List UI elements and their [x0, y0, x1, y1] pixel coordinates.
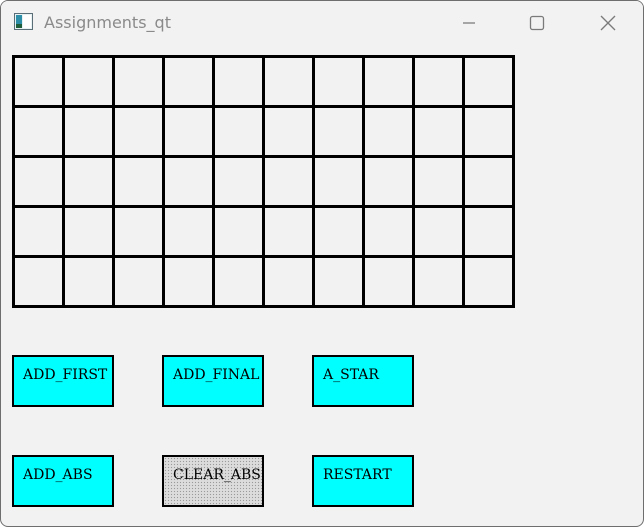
grid-cell[interactable] — [162, 155, 212, 205]
maximize-icon — [529, 15, 545, 31]
grid-cell[interactable] — [362, 205, 412, 255]
grid-cell[interactable] — [262, 205, 312, 255]
grid-cell[interactable] — [12, 105, 62, 155]
maximize-button[interactable] — [514, 1, 560, 45]
grid-cell[interactable] — [112, 205, 162, 255]
grid-cell[interactable] — [412, 205, 462, 255]
grid-cell[interactable] — [162, 55, 212, 105]
grid-cell[interactable] — [462, 205, 512, 255]
a-star-button[interactable]: A_STAR — [312, 355, 414, 407]
grid-cell[interactable] — [362, 55, 412, 105]
grid-cell[interactable] — [312, 105, 362, 155]
grid-cell[interactable] — [212, 205, 262, 255]
grid-cell[interactable] — [462, 55, 512, 105]
grid-cell[interactable] — [12, 205, 62, 255]
grid-cell[interactable] — [212, 155, 262, 205]
grid-cell[interactable] — [412, 105, 462, 155]
grid-cell[interactable] — [462, 255, 512, 305]
grid-cell[interactable] — [362, 105, 412, 155]
grid-cell[interactable] — [312, 155, 362, 205]
add-final-button[interactable]: ADD_FINAL — [162, 355, 264, 407]
grid-cell[interactable] — [212, 255, 262, 305]
grid-cell[interactable] — [12, 55, 62, 105]
clear-abs-button[interactable]: CLEAR_ABS — [162, 455, 264, 507]
grid-cell[interactable] — [112, 55, 162, 105]
grid-cell[interactable] — [412, 155, 462, 205]
grid-cell[interactable] — [262, 155, 312, 205]
grid-cell[interactable] — [112, 255, 162, 305]
grid-cell[interactable] — [12, 155, 62, 205]
minimize-button[interactable] — [446, 1, 492, 45]
window-title: Assignments_qt — [44, 13, 171, 32]
grid-cell[interactable] — [362, 255, 412, 305]
grid-cell[interactable] — [62, 205, 112, 255]
grid-cell[interactable] — [62, 255, 112, 305]
grid-cell[interactable] — [262, 55, 312, 105]
app-window-icon — [14, 13, 33, 30]
grid-cell[interactable] — [312, 205, 362, 255]
add-abs-button[interactable]: ADD_ABS — [12, 455, 114, 507]
grid-cell[interactable] — [212, 55, 262, 105]
grid-cell[interactable] — [262, 255, 312, 305]
grid-cell[interactable] — [362, 155, 412, 205]
grid-cell[interactable] — [312, 55, 362, 105]
grid-cell[interactable] — [12, 255, 62, 305]
grid-cell[interactable] — [62, 55, 112, 105]
grid-cell[interactable] — [262, 105, 312, 155]
grid-cell[interactable] — [412, 255, 462, 305]
grid-cell[interactable] — [412, 55, 462, 105]
minimize-icon — [462, 16, 476, 30]
grid-cell[interactable] — [162, 105, 212, 155]
grid-cell[interactable] — [162, 255, 212, 305]
grid-cell[interactable] — [162, 205, 212, 255]
restart-button[interactable]: RESTART — [312, 455, 414, 507]
close-icon — [600, 15, 616, 31]
grid-cell[interactable] — [62, 105, 112, 155]
grid-cell[interactable] — [212, 105, 262, 155]
grid-cell[interactable] — [462, 155, 512, 205]
title-bar[interactable]: Assignments_qt — [1, 1, 643, 45]
add-first-button[interactable]: ADD_FIRST — [12, 355, 114, 407]
grid-cell[interactable] — [112, 155, 162, 205]
grid-cell[interactable] — [312, 255, 362, 305]
grid-cell[interactable] — [112, 105, 162, 155]
grid-board — [12, 55, 515, 308]
grid-cell[interactable] — [462, 105, 512, 155]
app-window: Assignments_qt ADD_FIRST ADD_FINAL A_STA… — [0, 0, 644, 527]
close-button[interactable] — [585, 1, 631, 45]
grid-cell[interactable] — [62, 155, 112, 205]
